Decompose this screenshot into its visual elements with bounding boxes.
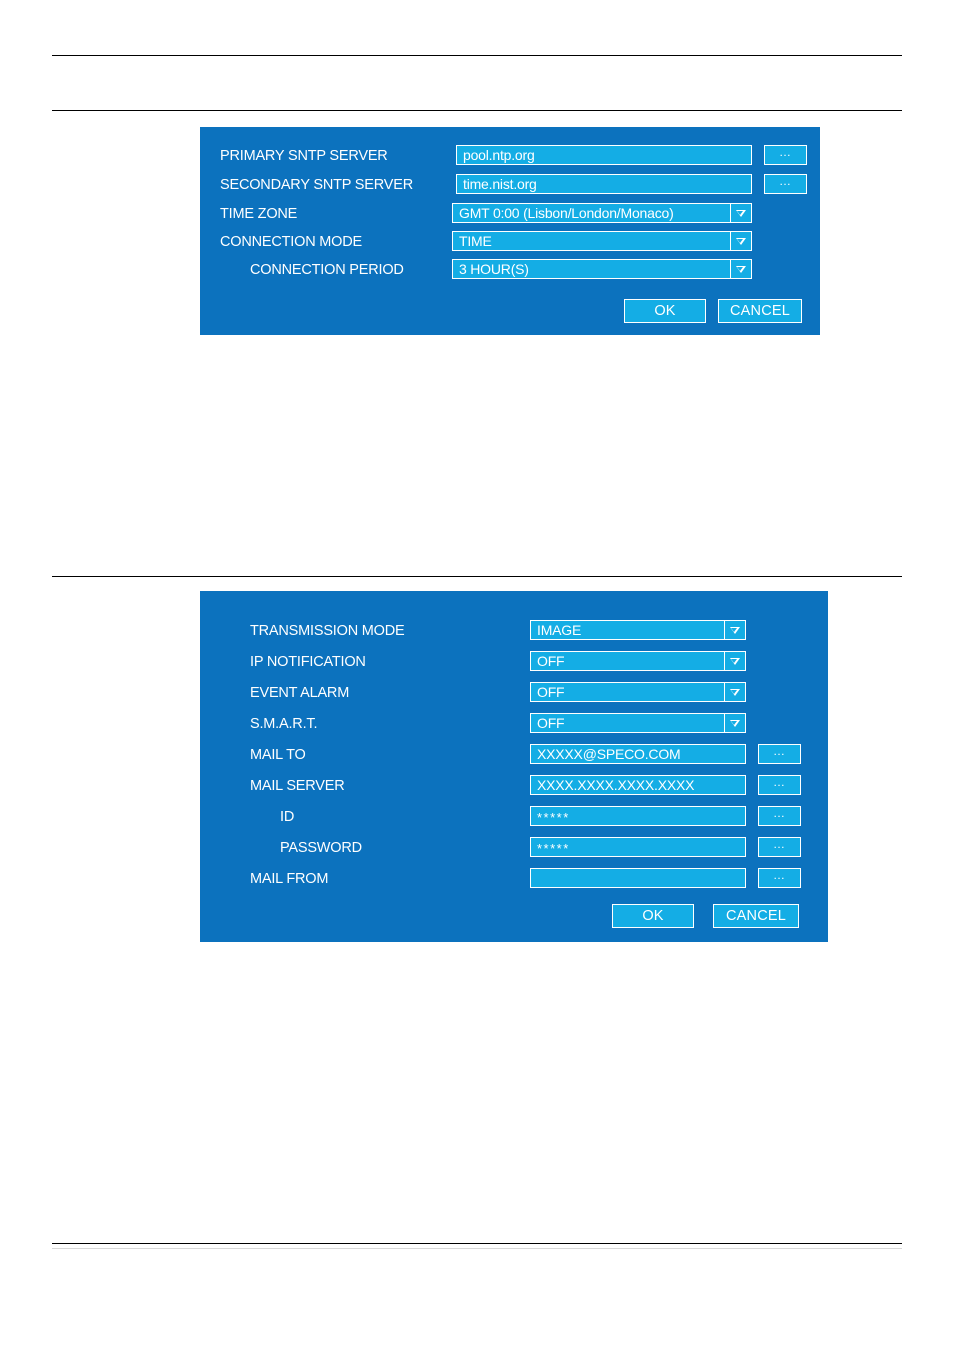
input-mail-server[interactable]: XXXX.XXXX.XXXX.XXXX	[530, 775, 746, 795]
row-connection-period: CONNECTION PERIOD	[250, 260, 404, 281]
footer-rule	[52, 1243, 902, 1244]
browse-button-id[interactable]: …	[758, 806, 801, 826]
select-event-alarm-value: OFF	[530, 682, 724, 702]
label-password: PASSWORD	[280, 840, 362, 857]
select-connection-mode-value: TIME	[452, 231, 730, 251]
input-secondary-sntp-server[interactable]: time.nist.org	[456, 174, 752, 194]
select-time-zone[interactable]: GMT 0:00 (Lisbon/London/Monaco)	[452, 203, 752, 223]
select-transmission-mode-value: IMAGE	[530, 620, 724, 640]
cancel-button[interactable]: CANCEL	[718, 299, 802, 323]
row-secondary-sntp-server: SECONDARY SNTP SERVER	[220, 175, 413, 196]
row-id: ID	[280, 807, 294, 828]
chevron-down-icon[interactable]	[724, 620, 746, 640]
browse-button-mail-server[interactable]: …	[758, 775, 801, 795]
mail-notification-settings-dialog: TRANSMISSION MODE IMAGE IP NOTIFICATION …	[200, 591, 828, 942]
browse-button-mail-from[interactable]: …	[758, 868, 801, 888]
input-id[interactable]: *****	[530, 806, 746, 826]
select-event-alarm[interactable]: OFF	[530, 682, 746, 702]
chevron-down-icon[interactable]	[724, 713, 746, 733]
input-password[interactable]: *****	[530, 837, 746, 857]
select-ip-notification-value: OFF	[530, 651, 724, 671]
label-transmission-mode: TRANSMISSION MODE	[250, 623, 405, 640]
select-connection-mode[interactable]: TIME	[452, 231, 752, 251]
select-ip-notification[interactable]: OFF	[530, 651, 746, 671]
row-mail-from: MAIL FROM	[250, 869, 328, 890]
chevron-down-icon[interactable]	[730, 259, 752, 279]
browse-button-mail-to[interactable]: …	[758, 744, 801, 764]
select-transmission-mode[interactable]: IMAGE	[530, 620, 746, 640]
chevron-down-icon[interactable]	[724, 682, 746, 702]
label-time-zone: TIME ZONE	[220, 206, 298, 223]
label-event-alarm: EVENT ALARM	[250, 685, 350, 702]
row-smart: S.M.A.R.T.	[250, 714, 317, 735]
section-divider-rule	[52, 576, 902, 577]
ok-button[interactable]: OK	[612, 904, 694, 928]
label-mail-from: MAIL FROM	[250, 871, 329, 888]
label-ip-notification: IP NOTIFICATION	[250, 654, 366, 671]
browse-button-primary-sntp-server[interactable]: …	[764, 145, 807, 165]
cancel-button[interactable]: CANCEL	[713, 904, 799, 928]
row-transmission-mode: TRANSMISSION MODE	[250, 621, 405, 642]
row-mail-to: MAIL TO	[250, 745, 306, 766]
select-time-zone-value: GMT 0:00 (Lisbon/London/Monaco)	[452, 203, 730, 223]
row-ip-notification: IP NOTIFICATION	[250, 652, 366, 673]
label-mail-server: MAIL SERVER	[250, 778, 345, 795]
row-time-zone: TIME ZONE	[220, 204, 297, 225]
label-connection-mode: CONNECTION MODE	[220, 234, 363, 251]
row-event-alarm: EVENT ALARM	[250, 683, 349, 704]
label-secondary-sntp-server: SECONDARY SNTP SERVER	[220, 177, 413, 194]
label-mail-to: MAIL TO	[250, 747, 306, 764]
header-rule-top	[52, 55, 902, 56]
input-mail-to[interactable]: XXXXX@SPECO.COM	[530, 744, 746, 764]
row-connection-mode: CONNECTION MODE	[220, 232, 362, 253]
document-page: PRIMARY SNTP SERVER pool.ntp.org … SECON…	[0, 0, 954, 1350]
label-primary-sntp-server: PRIMARY SNTP SERVER	[220, 148, 388, 165]
row-password: PASSWORD	[280, 838, 362, 859]
sntp-settings-dialog: PRIMARY SNTP SERVER pool.ntp.org … SECON…	[200, 127, 820, 335]
input-mail-from[interactable]	[530, 868, 746, 888]
browse-button-password[interactable]: …	[758, 837, 801, 857]
ok-button[interactable]: OK	[624, 299, 706, 323]
select-smart[interactable]: OFF	[530, 713, 746, 733]
select-connection-period[interactable]: 3 HOUR(S)	[452, 259, 752, 279]
row-primary-sntp-server: PRIMARY SNTP SERVER	[220, 146, 388, 167]
select-connection-period-value: 3 HOUR(S)	[452, 259, 730, 279]
label-smart: S.M.A.R.T.	[250, 716, 318, 733]
label-id: ID	[280, 809, 295, 826]
input-primary-sntp-server[interactable]: pool.ntp.org	[456, 145, 752, 165]
label-connection-period: CONNECTION PERIOD	[250, 262, 404, 279]
row-mail-server: MAIL SERVER	[250, 776, 345, 797]
footer-rule-faint	[52, 1248, 902, 1249]
chevron-down-icon[interactable]	[730, 231, 752, 251]
header-rule-bottom	[52, 110, 902, 111]
chevron-down-icon[interactable]	[730, 203, 752, 223]
chevron-down-icon[interactable]	[724, 651, 746, 671]
select-smart-value: OFF	[530, 713, 724, 733]
browse-button-secondary-sntp-server[interactable]: …	[764, 174, 807, 194]
